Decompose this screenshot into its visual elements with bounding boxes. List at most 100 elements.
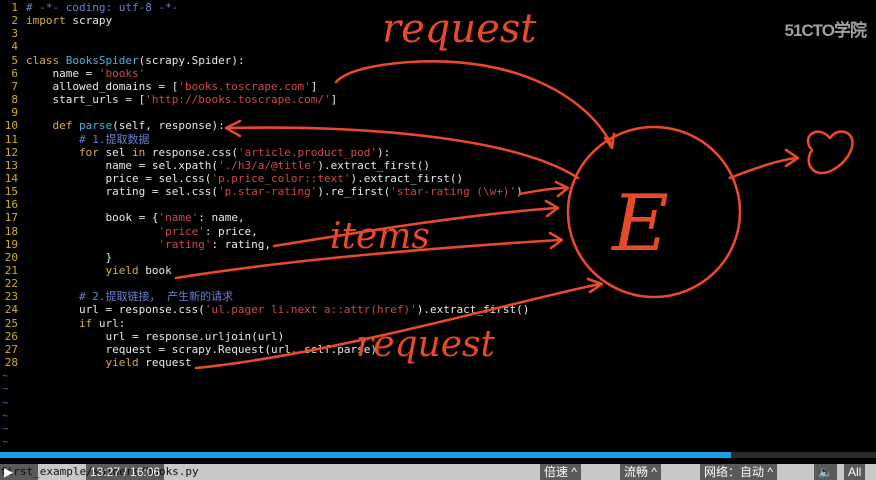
code-token: start_urls = [ — [26, 93, 146, 107]
vim-editor[interactable]: 1 # -*- coding: utf-8 -*- 2 import scrapy 3 4… — [0, 0, 876, 452]
code-line[interactable]: 15 rating = sel.css('p.star-rating').re_… — [0, 185, 523, 198]
code-token: './h3/a/@title' — [218, 158, 318, 172]
line-number: 9 — [11, 106, 18, 120]
line-number: 27 — [4, 342, 18, 356]
code-line[interactable]: 1 # -*- coding: utf-8 -*- — [0, 1, 178, 14]
code-token: BooksSpider — [65, 53, 139, 67]
line-number: 11 — [4, 132, 18, 146]
code-line[interactable]: 6 name = 'books' — [0, 67, 145, 80]
line-number: 26 — [4, 329, 18, 343]
code-line[interactable]: 2 import scrapy — [0, 14, 112, 27]
code-line[interactable]: 8 start_urls = ['http://books.toscrape.c… — [0, 93, 337, 106]
code-token: class — [26, 53, 60, 67]
code-line[interactable]: 25 if url: — [0, 316, 126, 330]
code-line[interactable]: 3 — [0, 27, 26, 40]
play-icon[interactable]: ▶ — [0, 464, 38, 480]
line-number: 24 — [4, 303, 18, 317]
line-number: 4 — [11, 40, 18, 54]
code-line[interactable]: 18 'price': price, — [0, 225, 258, 238]
line-number: 20 — [4, 250, 18, 264]
code-line[interactable]: 23 # 2.提取链接， 产生新的请求 — [0, 290, 233, 303]
code-token: : price, — [204, 224, 258, 238]
code-token: for — [78, 145, 99, 159]
code-token: in — [131, 145, 146, 159]
line-number: 10 — [4, 119, 18, 133]
empty-line-marker: ~ — [2, 382, 9, 396]
line-number: 17 — [4, 211, 18, 225]
line-number: 2 — [11, 14, 18, 28]
code-line[interactable]: 13 name = sel.xpath('./h3/a/@title').ext… — [0, 159, 430, 172]
code-token: (scrapy.Spider): — [138, 53, 245, 67]
code-token: allowed_domains = [ — [26, 79, 179, 93]
code-line[interactable]: 4 — [0, 40, 26, 53]
code-token: url = response.urljoin(url) — [26, 329, 285, 343]
code-line[interactable]: 7 allowed_domains = ['books.toscrape.com… — [0, 80, 317, 93]
code-token: ): — [377, 145, 391, 159]
line-number: 19 — [4, 237, 18, 251]
code-token: request = scrapy.Request(url, self.parse… — [26, 342, 377, 356]
line-number: 12 — [4, 145, 18, 159]
code-line[interactable]: 5 class BooksSpider(scrapy.Spider): — [0, 53, 245, 67]
code-token: url = response.css( — [26, 303, 205, 317]
code-token: url: — [92, 316, 126, 330]
line-number: 22 — [4, 277, 18, 291]
code-line[interactable]: 24 url = response.css('ul.pager li.next … — [0, 303, 530, 317]
code-line[interactable]: 27 request = scrapy.Request(url, self.pa… — [0, 343, 377, 356]
code-token: yield — [105, 264, 139, 277]
code-token: 'price' — [158, 224, 205, 238]
volume-icon[interactable]: 🔈 — [814, 464, 837, 480]
code-token: 'p.price_color::text' — [211, 171, 351, 185]
speed-button[interactable]: 倍速 ^ — [540, 464, 581, 480]
code-token: ] — [310, 79, 318, 93]
code-token: ).re_first( — [317, 185, 391, 199]
line-number: 15 — [4, 185, 18, 199]
line-number: 16 — [4, 198, 18, 212]
code-token: ).extract_first() — [350, 171, 464, 185]
video-progress-bar[interactable] — [0, 452, 876, 458]
code-token: ] — [330, 93, 338, 107]
code-line[interactable]: 20 } — [0, 251, 112, 264]
code-token: request — [138, 356, 192, 370]
code-token: response.css( — [145, 145, 238, 159]
code-token: import — [26, 14, 66, 28]
network-button[interactable]: 网络：自动 ^ — [700, 464, 777, 480]
code-token: def — [52, 119, 73, 133]
code-token: 'ul.pager li.next a::attr(href)' — [204, 303, 417, 317]
empty-line-marker: ~ — [2, 369, 9, 383]
code-token: # 1.提取数据 — [78, 132, 150, 146]
code-token: 'name' — [158, 211, 199, 225]
code-token: # 2.提取链接， 产生新的请求 — [78, 290, 234, 304]
code-line[interactable]: 9 — [0, 106, 26, 119]
code-line[interactable]: 21 yield book — [0, 264, 172, 277]
code-line[interactable]: 10 def parse(self, response): — [0, 119, 225, 132]
quality-button[interactable]: 流畅 ^ — [620, 464, 661, 480]
code-token: # -*- coding: utf-8 -*- — [26, 1, 179, 14]
watermark-logo: 51CTO学院 — [784, 21, 867, 40]
line-number: 6 — [11, 66, 18, 80]
code-line[interactable]: 28 yield request — [0, 356, 192, 369]
code-line[interactable]: 14 price = sel.css('p.price_color::text'… — [0, 172, 463, 185]
code-token: ) — [516, 185, 523, 199]
code-line[interactable]: 17 book = {'name': name, — [0, 211, 245, 224]
empty-line-marker: ~ — [2, 395, 9, 409]
code-line[interactable]: 19 'rating': rating, — [0, 238, 271, 251]
code-token: ).extract_first() — [317, 158, 430, 172]
code-line[interactable]: 16 — [0, 198, 26, 211]
code-line[interactable]: 22 — [0, 277, 26, 290]
code-line[interactable]: 11 # 1.提取数据 — [0, 132, 150, 146]
code-line[interactable]: 26 url = response.urljoin(url) — [0, 329, 285, 343]
line-number: 25 — [4, 316, 18, 330]
empty-line-marker: ~ — [2, 421, 9, 435]
code-token: } — [26, 250, 113, 264]
line-number: 8 — [11, 93, 18, 107]
line-number: 7 — [11, 79, 18, 93]
code-token: scrapy — [65, 14, 113, 28]
code-line[interactable]: 12 for sel in response.css('article.prod… — [0, 145, 391, 159]
line-number: 23 — [4, 290, 18, 304]
code-token: 'http://books.toscrape.com/' — [145, 93, 331, 107]
